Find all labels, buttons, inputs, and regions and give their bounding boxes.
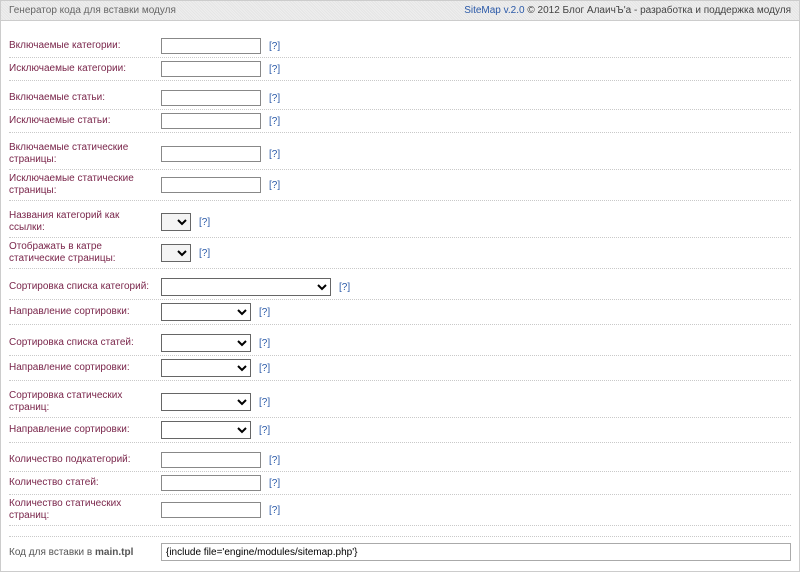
row-exc-articles: Исключаемые статьи: [?] bbox=[9, 110, 791, 133]
select-show-static[interactable] bbox=[161, 244, 191, 262]
help-icon[interactable]: [?] bbox=[259, 338, 270, 349]
help-icon[interactable]: [?] bbox=[259, 307, 270, 318]
group-counts: Количество подкатегорий: [?] Количество … bbox=[9, 449, 791, 526]
output-code[interactable] bbox=[161, 543, 791, 561]
select-cat-links[interactable] bbox=[161, 213, 191, 231]
select-sort-static[interactable] bbox=[161, 393, 251, 411]
input-inc-articles[interactable] bbox=[161, 90, 261, 106]
input-exc-articles[interactable] bbox=[161, 113, 261, 129]
footer-label-pre: Код для вставки в bbox=[9, 547, 95, 558]
label-count-art: Количество статей: bbox=[9, 477, 161, 489]
select-sort-art[interactable] bbox=[161, 334, 251, 352]
group-categories: Включаемые категории: [?] Исключаемые ка… bbox=[9, 35, 791, 81]
label-count-subcat: Количество подкатегорий: bbox=[9, 454, 161, 466]
input-count-art[interactable] bbox=[161, 475, 261, 491]
group-sort-cat: Сортировка списка категорий: [?] Направл… bbox=[9, 275, 791, 325]
label-sort-art: Сортировка списка статей: bbox=[9, 337, 161, 349]
group-sort-static: Сортировка статических страниц: [?] Напр… bbox=[9, 387, 791, 443]
help-icon[interactable]: [?] bbox=[269, 93, 280, 104]
footer-label-bold: main.tpl bbox=[95, 547, 133, 558]
group-articles: Включаемые статьи: [?] Исключаемые стать… bbox=[9, 87, 791, 133]
label-show-static: Отображать в катре статические страницы: bbox=[9, 241, 161, 265]
help-icon[interactable]: [?] bbox=[269, 455, 280, 466]
label-sort-art-dir: Направление сортировки: bbox=[9, 362, 161, 374]
label-exc-articles: Исключаемые статьи: bbox=[9, 115, 161, 127]
app-window: Генератор кода для вставки модуля SiteMa… bbox=[0, 0, 800, 572]
group-display: Названия категорий как ссылки: [?] Отобр… bbox=[9, 207, 791, 269]
row-sort-cat-dir: Направление сортировки: [?] bbox=[9, 300, 791, 325]
row-sort-cat: Сортировка списка категорий: [?] bbox=[9, 275, 791, 300]
row-show-static: Отображать в катре статические страницы:… bbox=[9, 238, 791, 269]
group-static: Включаемые статические страницы: [?] Иск… bbox=[9, 139, 791, 201]
help-icon[interactable]: [?] bbox=[259, 397, 270, 408]
input-inc-static[interactable] bbox=[161, 146, 261, 162]
label-exc-categories: Исключаемые категории: bbox=[9, 63, 161, 75]
label-inc-categories: Включаемые категории: bbox=[9, 40, 161, 52]
row-sort-art: Сортировка списка статей: [?] bbox=[9, 331, 791, 356]
row-cat-links: Названия категорий как ссылки: [?] bbox=[9, 207, 791, 238]
select-sort-art-dir[interactable] bbox=[161, 359, 251, 377]
row-sort-static: Сортировка статических страниц: [?] bbox=[9, 387, 791, 418]
help-icon[interactable]: [?] bbox=[199, 217, 210, 228]
content-area: Включаемые категории: [?] Исключаемые ка… bbox=[1, 21, 799, 571]
input-exc-categories[interactable] bbox=[161, 61, 261, 77]
header-right: SiteMap v.2.0 © 2012 Блог АлаичЪ'а - раз… bbox=[464, 5, 791, 16]
label-sort-cat-dir: Направление сортировки: bbox=[9, 306, 161, 318]
row-inc-categories: Включаемые категории: [?] bbox=[9, 35, 791, 58]
header-title: Генератор кода для вставки модуля bbox=[9, 5, 176, 16]
label-inc-static: Включаемые статические страницы: bbox=[9, 142, 161, 166]
help-icon[interactable]: [?] bbox=[269, 505, 280, 516]
row-count-static: Количество статических страниц: [?] bbox=[9, 495, 791, 526]
help-icon[interactable]: [?] bbox=[259, 363, 270, 374]
header-copyright: © 2012 Блог АлаичЪ'а - разработка и подд… bbox=[527, 5, 791, 16]
select-sort-cat-dir[interactable] bbox=[161, 303, 251, 321]
row-output-code: Код для вставки в main.tpl bbox=[9, 536, 791, 563]
help-icon[interactable]: [?] bbox=[269, 116, 280, 127]
help-icon[interactable]: [?] bbox=[339, 282, 350, 293]
input-inc-categories[interactable] bbox=[161, 38, 261, 54]
row-sort-static-dir: Направление сортировки: [?] bbox=[9, 418, 791, 443]
row-exc-categories: Исключаемые категории: [?] bbox=[9, 58, 791, 81]
help-icon[interactable]: [?] bbox=[269, 478, 280, 489]
input-exc-static[interactable] bbox=[161, 177, 261, 193]
row-exc-static: Исключаемые статические страницы: [?] bbox=[9, 170, 791, 201]
sitemap-link[interactable]: SiteMap v.2.0 bbox=[464, 5, 524, 16]
row-inc-static: Включаемые статические страницы: [?] bbox=[9, 139, 791, 170]
help-icon[interactable]: [?] bbox=[269, 180, 280, 191]
label-count-static: Количество статических страниц: bbox=[9, 498, 161, 522]
label-inc-articles: Включаемые статьи: bbox=[9, 92, 161, 104]
row-count-subcat: Количество подкатегорий: [?] bbox=[9, 449, 791, 472]
input-count-static[interactable] bbox=[161, 502, 261, 518]
help-icon[interactable]: [?] bbox=[269, 64, 280, 75]
label-output-code: Код для вставки в main.tpl bbox=[9, 547, 161, 558]
help-icon[interactable]: [?] bbox=[199, 248, 210, 259]
label-cat-links: Названия категорий как ссылки: bbox=[9, 210, 161, 234]
row-sort-art-dir: Направление сортировки: [?] bbox=[9, 356, 791, 381]
label-sort-cat: Сортировка списка категорий: bbox=[9, 281, 161, 293]
group-sort-art: Сортировка списка статей: [?] Направлени… bbox=[9, 331, 791, 381]
label-exc-static: Исключаемые статические страницы: bbox=[9, 173, 161, 197]
row-count-art: Количество статей: [?] bbox=[9, 472, 791, 495]
input-count-subcat[interactable] bbox=[161, 452, 261, 468]
label-sort-static: Сортировка статических страниц: bbox=[9, 390, 161, 414]
select-sort-static-dir[interactable] bbox=[161, 421, 251, 439]
help-icon[interactable]: [?] bbox=[269, 41, 280, 52]
header-bar: Генератор кода для вставки модуля SiteMa… bbox=[1, 1, 799, 21]
label-sort-static-dir: Направление сортировки: bbox=[9, 424, 161, 436]
help-icon[interactable]: [?] bbox=[269, 149, 280, 160]
row-inc-articles: Включаемые статьи: [?] bbox=[9, 87, 791, 110]
help-icon[interactable]: [?] bbox=[259, 425, 270, 436]
select-sort-cat[interactable] bbox=[161, 278, 331, 296]
